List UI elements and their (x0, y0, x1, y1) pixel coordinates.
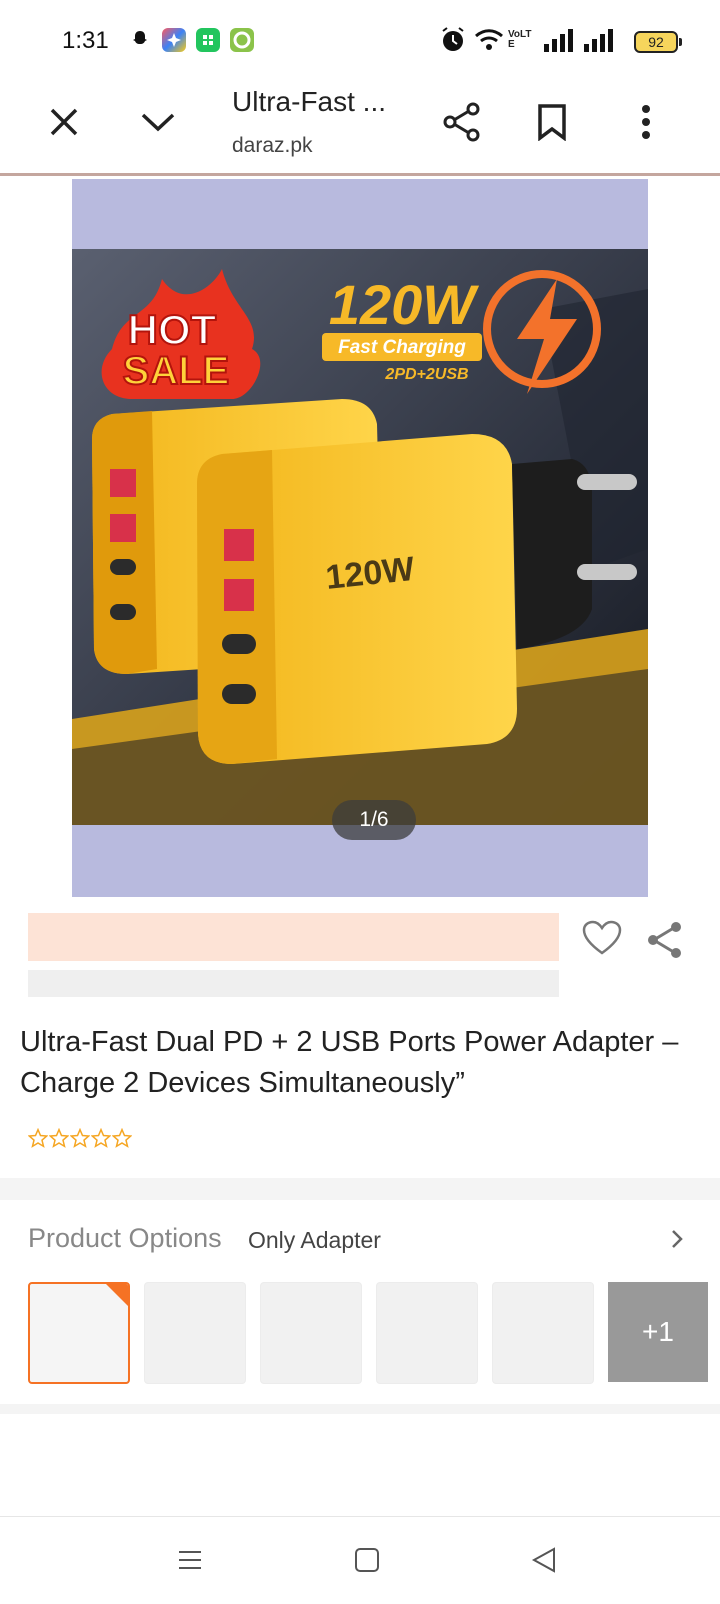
bookmark-button[interactable] (526, 96, 578, 148)
option-thumb-4[interactable] (376, 1282, 478, 1384)
share-button[interactable] (436, 96, 488, 148)
photo-ports-text: 2PD+2USB (384, 366, 468, 383)
share-icon (648, 922, 681, 958)
star-icon (70, 1128, 90, 1148)
green-app-icon (230, 28, 254, 52)
status-time: 1:31 (62, 27, 109, 54)
photo-headline: 120W (329, 273, 479, 336)
photo-subheadline: Fast Charging (338, 337, 466, 358)
whatsapp-icon (196, 28, 220, 52)
snapchat-icon (128, 28, 152, 52)
product-photo[interactable]: HOT SALE 120W Fast Charging 2PD+2USB 120… (72, 249, 648, 825)
star-icon (112, 1128, 132, 1148)
product-share-button[interactable] (646, 920, 686, 960)
back-button[interactable] (530, 1546, 560, 1576)
hot-badge-line1: HOT (128, 306, 217, 353)
wishlist-button[interactable] (582, 920, 622, 960)
back-triangle-icon (531, 1547, 555, 1573)
product-options-value[interactable]: Only Adapter (248, 1227, 381, 1254)
alarm-icon (440, 26, 466, 54)
product-gallery[interactable]: HOT SALE 120W Fast Charging 2PD+2USB 120… (72, 179, 648, 897)
menu-icon (179, 1551, 201, 1569)
share-icon (443, 102, 480, 142)
app-grid-icon (162, 28, 186, 52)
home-button[interactable] (353, 1546, 383, 1576)
star-icon (49, 1128, 69, 1148)
heart-icon (582, 920, 622, 955)
collapse-button[interactable] (132, 96, 184, 148)
product-options-label[interactable]: Product Options (28, 1223, 222, 1254)
star-icon (28, 1128, 48, 1148)
signal-icon-2 (582, 26, 616, 54)
volte-label: VoLTE (508, 29, 532, 50)
chevron-down-icon (141, 113, 175, 132)
option-thumb-3[interactable] (260, 1282, 362, 1384)
product-title: Ultra-Fast Dual PD + 2 USB Ports Power A… (20, 1026, 679, 1099)
wifi-icon (474, 26, 504, 54)
option-thumb-5[interactable] (492, 1282, 594, 1384)
image-counter: 1/6 (332, 800, 416, 840)
close-icon (50, 108, 78, 136)
rating-stars[interactable] (28, 1128, 132, 1148)
subprice-placeholder (28, 970, 559, 997)
home-square-icon (355, 1548, 379, 1572)
option-thumb-2[interactable] (144, 1282, 246, 1384)
status-bar: 1:31 VoLTE 92 (0, 0, 720, 82)
option-thumb-1[interactable] (28, 1282, 130, 1384)
hot-badge-line2: SALE (123, 349, 230, 393)
page-title[interactable]: Ultra-Fast ... (232, 86, 386, 118)
more-options-thumb[interactable]: +1 (608, 1282, 708, 1382)
star-icon (91, 1128, 111, 1148)
signal-icon (542, 26, 576, 54)
chevron-right-icon[interactable] (670, 1228, 684, 1255)
price-placeholder (28, 913, 559, 961)
section-divider (0, 1178, 720, 1200)
selected-corner-marker (106, 1284, 128, 1306)
more-options-button[interactable] (620, 96, 672, 148)
more-vert-icon (642, 105, 650, 139)
close-button[interactable] (38, 96, 90, 148)
bookmark-icon (538, 104, 566, 141)
section-divider (0, 1404, 720, 1414)
page-domain[interactable]: daraz.pk (232, 134, 313, 158)
battery-indicator: 92 (634, 31, 682, 53)
recents-button[interactable] (176, 1546, 206, 1576)
